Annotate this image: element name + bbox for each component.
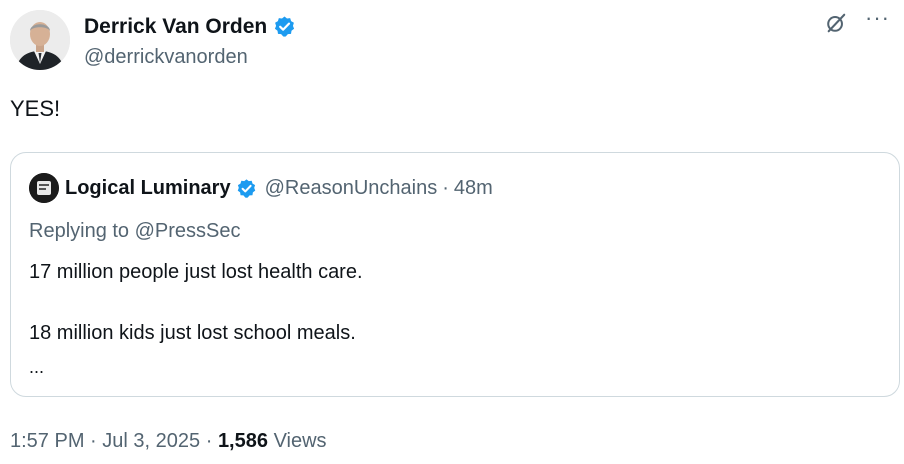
replying-to-line: Replying to @PressSec [29,220,241,243]
post-header: Derrick Van Orden @derrickvanorden [10,6,296,74]
quoted-post-header: Logical Luminary @ReasonUnchains · 48m [29,173,493,203]
views-label: Views [273,430,327,452]
author-display-name[interactable]: Derrick Van Orden [84,15,267,39]
replying-to-prefix: Replying to [29,220,130,242]
quoted-post-line: 18 million kids just lost school meals. [29,322,356,344]
separator-dot: · [90,430,97,452]
post-date[interactable]: Jul 3, 2025 [102,430,200,452]
verified-badge-icon[interactable] [236,178,257,199]
replying-to-mention[interactable]: @PressSec [135,220,241,242]
verified-badge-icon[interactable] [273,15,296,38]
quoted-author-avatar[interactable] [29,173,59,203]
post-text: YES! [10,96,61,121]
quoted-post-timestamp[interactable]: 48m [454,177,493,200]
quoted-post-ellipsis: ... [29,357,45,377]
post-time[interactable]: 1:57 PM [10,430,84,452]
author-handle[interactable]: @derrickvanorden [84,46,296,69]
grok-icon[interactable] [825,12,847,34]
separator-dot: · [442,176,449,199]
post: Derrick Van Orden @derrickvanorden ··· Y… [0,0,904,464]
quoted-author-name[interactable]: Logical Luminary [65,177,231,200]
post-header-actions: ··· [825,7,890,34]
quoted-post-card[interactable]: Logical Luminary @ReasonUnchains · 48m R… [10,152,900,397]
book-avatar-icon [29,173,59,203]
views-count: 1,586 [217,430,268,452]
quoted-author-handle[interactable]: @ReasonUnchains [265,177,438,200]
person-portrait-avatar-icon [10,10,70,70]
post-footer: 1:57 PM · Jul 3, 2025 · 1,586 Views [10,430,327,453]
author-avatar[interactable] [10,10,70,70]
more-options-icon[interactable]: ··· [865,7,890,29]
quoted-post-line: 17 million people just lost health care. [29,261,363,283]
author-info: Derrick Van Orden @derrickvanorden [84,12,296,69]
author-name-row: Derrick Van Orden [84,12,296,42]
separator-dot: · [205,430,213,452]
